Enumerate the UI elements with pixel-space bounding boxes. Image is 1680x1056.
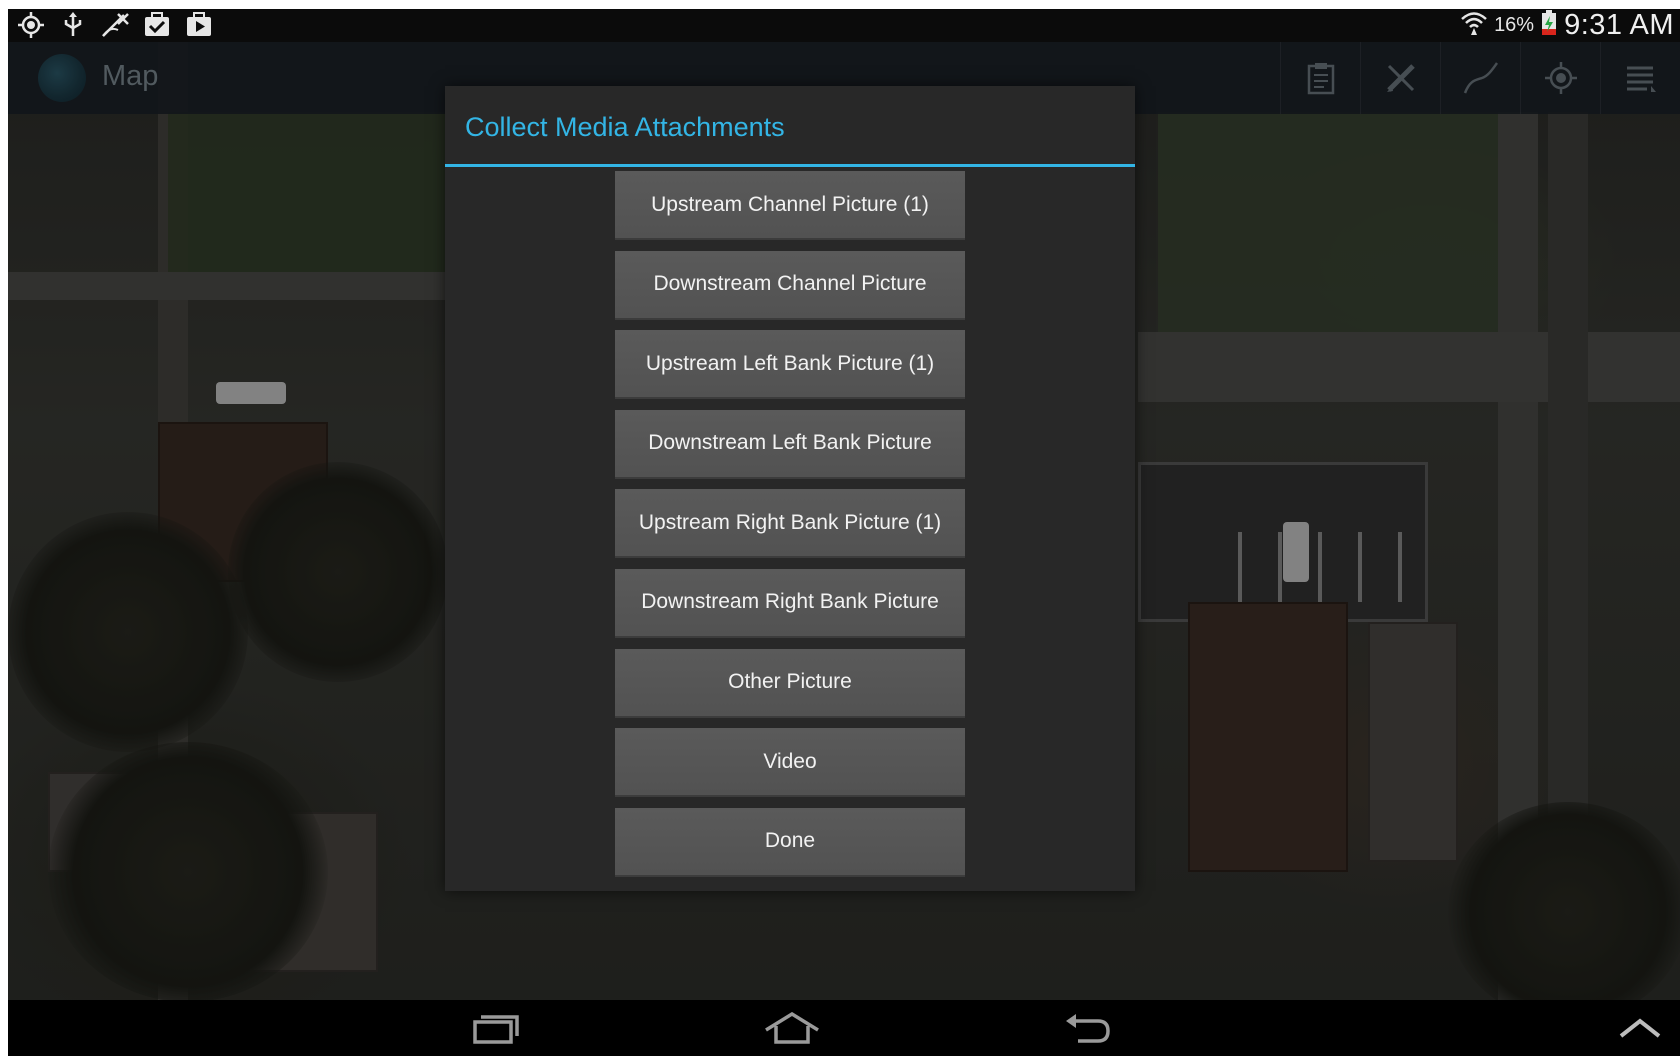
back-icon[interactable] <box>1048 1006 1128 1050</box>
video-button[interactable]: Video <box>615 728 965 798</box>
downstream-channel-picture-button[interactable]: Downstream Channel Picture <box>615 250 965 320</box>
upstream-right-bank-picture-button[interactable]: Upstream Right Bank Picture (1) <box>615 489 965 559</box>
downstream-right-bank-picture-button[interactable]: Downstream Right Bank Picture <box>615 568 965 638</box>
other-picture-button[interactable]: Other Picture <box>615 648 965 718</box>
media-button-list: Upstream Channel Picture (1) Downstream … <box>615 171 965 887</box>
upstream-left-bank-picture-button[interactable]: Upstream Left Bank Picture (1) <box>615 330 965 400</box>
done-button[interactable]: Done <box>615 807 965 877</box>
task-check-icon <box>142 12 172 38</box>
battery-percent: 16% <box>1494 14 1535 36</box>
collect-media-dialog: Collect Media Attachments Upstream Chann… <box>445 86 1135 891</box>
system-nav-bar <box>8 1000 1680 1056</box>
dialog-title: Collect Media Attachments <box>465 112 785 142</box>
wifi-icon <box>1460 10 1488 41</box>
downstream-left-bank-picture-button[interactable]: Downstream Left Bank Picture <box>615 409 965 479</box>
battery-charging-icon <box>1540 10 1558 41</box>
no-signal-icon <box>100 12 130 38</box>
device-screen: Map 16% 9:31 AM Collect Media Attachment… <box>8 9 1680 1056</box>
status-system-area: 16% 9:31 AM <box>1460 9 1674 42</box>
usb-icon <box>58 12 88 38</box>
chevron-up-icon[interactable] <box>1600 1006 1680 1050</box>
recent-apps-icon[interactable] <box>456 1006 536 1050</box>
home-icon[interactable] <box>752 1006 832 1050</box>
status-bar: 16% 9:31 AM <box>8 9 1680 42</box>
upstream-channel-picture-button[interactable]: Upstream Channel Picture (1) <box>615 171 965 240</box>
status-notification-icons <box>16 12 214 38</box>
media-play-icon <box>184 12 214 38</box>
status-clock: 9:31 AM <box>1564 9 1674 41</box>
gps-icon <box>16 12 46 38</box>
dialog-title-divider <box>445 164 1135 167</box>
